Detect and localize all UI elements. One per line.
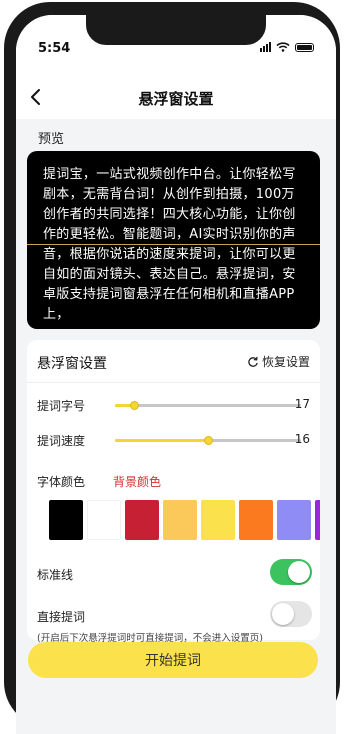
nav-bar: 悬浮窗设置 xyxy=(16,75,336,119)
color-swatch[interactable] xyxy=(125,500,159,540)
direct-toggle[interactable] xyxy=(270,601,312,627)
color-swatches xyxy=(27,500,320,540)
toggle-knob xyxy=(288,561,310,583)
phone-frame: 5:54 悬浮窗设置 预览 提词宝，一站式视频创作中台。让你轻松写剧本，无需背台… xyxy=(4,2,340,734)
color-swatch[interactable] xyxy=(163,500,197,540)
wifi-icon xyxy=(276,42,290,52)
direct-label: 直接提词 xyxy=(37,610,86,624)
signal-icon xyxy=(260,42,271,52)
restore-button[interactable]: 恢复设置 xyxy=(247,353,310,370)
guideline xyxy=(27,244,320,245)
speed-value: 16 xyxy=(294,432,310,446)
guideline-label: 标准线 xyxy=(37,568,74,582)
status-bar: 5:54 xyxy=(16,15,336,75)
divider xyxy=(27,382,320,383)
color-swatch[interactable] xyxy=(49,500,83,540)
slider-thumb[interactable] xyxy=(129,401,139,410)
status-icons xyxy=(260,42,314,52)
slider-track xyxy=(115,404,301,407)
tab-font-color[interactable]: 字体颜色 xyxy=(37,473,85,490)
page-title: 悬浮窗设置 xyxy=(138,90,214,108)
color-swatch[interactable] xyxy=(201,500,235,540)
start-button-label: 开始提词 xyxy=(145,653,201,669)
preview-panel: 提词宝，一站式视频创作中台。让你轻松写剧本，无需背台词！从创作到拍摄，100万创… xyxy=(27,151,320,329)
tab-background-color[interactable]: 背景颜色 xyxy=(113,473,161,490)
color-swatch[interactable] xyxy=(277,500,311,540)
slider-fill xyxy=(115,439,208,442)
color-swatch[interactable] xyxy=(239,500,273,540)
screen: 5:54 悬浮窗设置 预览 提词宝，一站式视频创作中台。让你轻松写剧本，无需背台… xyxy=(16,15,336,734)
restore-label: 恢复设置 xyxy=(261,355,310,369)
status-time: 5:54 xyxy=(38,41,71,56)
preview-text: 提词宝，一站式视频创作中台。让你轻松写剧本，无需背台词！从创作到拍摄，100万创… xyxy=(43,167,296,322)
slider-thumb[interactable] xyxy=(204,436,213,445)
start-button[interactable]: 开始提词 xyxy=(28,642,318,678)
font-size-slider[interactable] xyxy=(115,397,301,413)
battery-icon xyxy=(295,42,314,52)
font-size-label: 提词字号 xyxy=(37,399,86,413)
color-swatch[interactable] xyxy=(87,500,121,540)
preview-label: 预览 xyxy=(38,132,65,147)
refresh-icon xyxy=(248,356,258,367)
settings-title: 悬浮窗设置 xyxy=(37,356,107,372)
font-size-value: 17 xyxy=(294,397,310,411)
guideline-toggle[interactable] xyxy=(270,559,312,585)
settings-card: 悬浮窗设置 恢复设置 提词字号 17 提词速度 16 字体颜色 背景颜色 标准线… xyxy=(27,340,320,644)
speed-slider[interactable] xyxy=(115,432,301,448)
speed-label: 提词速度 xyxy=(37,434,86,448)
color-swatch[interactable] xyxy=(315,500,320,540)
notch xyxy=(86,15,266,45)
toggle-knob xyxy=(272,603,294,625)
